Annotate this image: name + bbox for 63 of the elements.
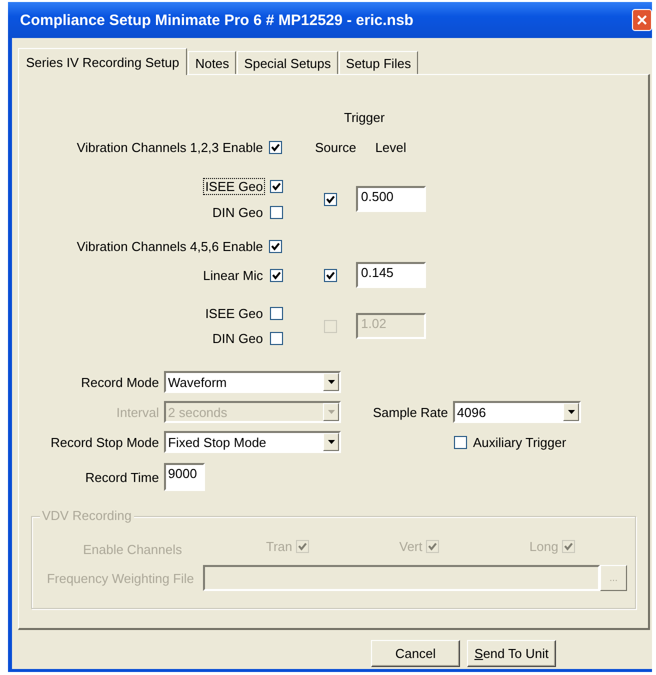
- check-icon: [326, 194, 335, 204]
- checkbox[interactable]: [270, 206, 283, 218]
- check-icon: [272, 182, 281, 190]
- checkbox[interactable]: [454, 436, 467, 448]
- field-label: Record Time: [84, 470, 159, 484]
- tab[interactable]: Notes: [188, 51, 236, 74]
- check-icon: [326, 270, 335, 280]
- level-field[interactable]: 0.145: [356, 262, 426, 288]
- checkbox[interactable]: [269, 140, 282, 154]
- field-label: Sample Rate: [372, 404, 448, 420]
- tab[interactable]: Series IV Recording Setup: [18, 48, 188, 75]
- check-icon: [298, 542, 308, 550]
- check-icon: [271, 242, 280, 250]
- caret-icon: [328, 410, 334, 414]
- checkbox[interactable]: [270, 268, 283, 282]
- channel-group-label: Vibration Channels 4,5,6 Enable: [76, 238, 263, 254]
- group-title: VDV Recording: [40, 508, 134, 523]
- tab[interactable]: Special Setups: [237, 51, 338, 74]
- dropdown-button[interactable]: [323, 433, 339, 451]
- check-icon: [564, 542, 574, 550]
- field-label: Record Stop Mode: [50, 434, 159, 450]
- field-label: Enable Channels: [82, 542, 182, 556]
- checkbox-label: Tran: [266, 538, 292, 554]
- dropdown-button[interactable]: [563, 403, 579, 421]
- dropdown-button[interactable]: [323, 373, 339, 391]
- sensor-label: ISEE Geo: [204, 306, 264, 321]
- channel-group-label: Vibration Channels 1,2,3 Enable: [76, 140, 263, 154]
- sensor-label: DIN Geo: [211, 331, 264, 346]
- dropdown[interactable]: 4096: [453, 401, 581, 423]
- caret-icon: [328, 440, 334, 444]
- check-icon: [272, 270, 281, 280]
- text-field[interactable]: 9000: [164, 463, 205, 491]
- dialog-button[interactable]: Send To Unit: [467, 640, 556, 667]
- check-icon: [271, 142, 280, 152]
- field-label: Record Mode: [80, 374, 159, 390]
- field-label: Frequency Weighting File: [46, 570, 194, 586]
- trigger-heading: Trigger: [344, 110, 385, 126]
- checkbox-label: Long: [529, 538, 558, 554]
- caret-icon: [568, 410, 574, 414]
- close-icon: [637, 15, 647, 25]
- checkbox-label: Vert: [399, 538, 422, 554]
- checkbox[interactable]: [324, 192, 337, 206]
- caret-icon: [328, 380, 334, 384]
- sensor-label: ISEE Geo: [204, 178, 264, 194]
- level-field[interactable]: 0.500: [356, 186, 426, 212]
- check-icon: [428, 542, 438, 550]
- field-label: Interval: [115, 404, 159, 420]
- checkbox-label: Auxiliary Trigger: [473, 434, 566, 450]
- dialog-button[interactable]: Cancel: [371, 640, 460, 667]
- level-heading: Level: [375, 140, 406, 154]
- sensor-label: DIN Geo: [211, 204, 264, 220]
- checkbox[interactable]: [270, 332, 283, 345]
- dropdown[interactable]: Fixed Stop Mode: [164, 431, 341, 453]
- source-heading: Source: [315, 140, 356, 154]
- close-button[interactable]: [632, 9, 652, 31]
- checkbox[interactable]: [269, 240, 282, 252]
- tab[interactable]: Setup Files: [338, 51, 418, 74]
- sensor-label: Linear Mic: [202, 268, 264, 282]
- checkbox[interactable]: [270, 307, 283, 320]
- checkbox[interactable]: [270, 180, 283, 192]
- checkbox[interactable]: [324, 268, 337, 282]
- window-title: Compliance Setup Minimate Pro 6 # MP12529 - eric.nsb: [19, 12, 414, 28]
- dropdown[interactable]: Waveform: [164, 371, 341, 393]
